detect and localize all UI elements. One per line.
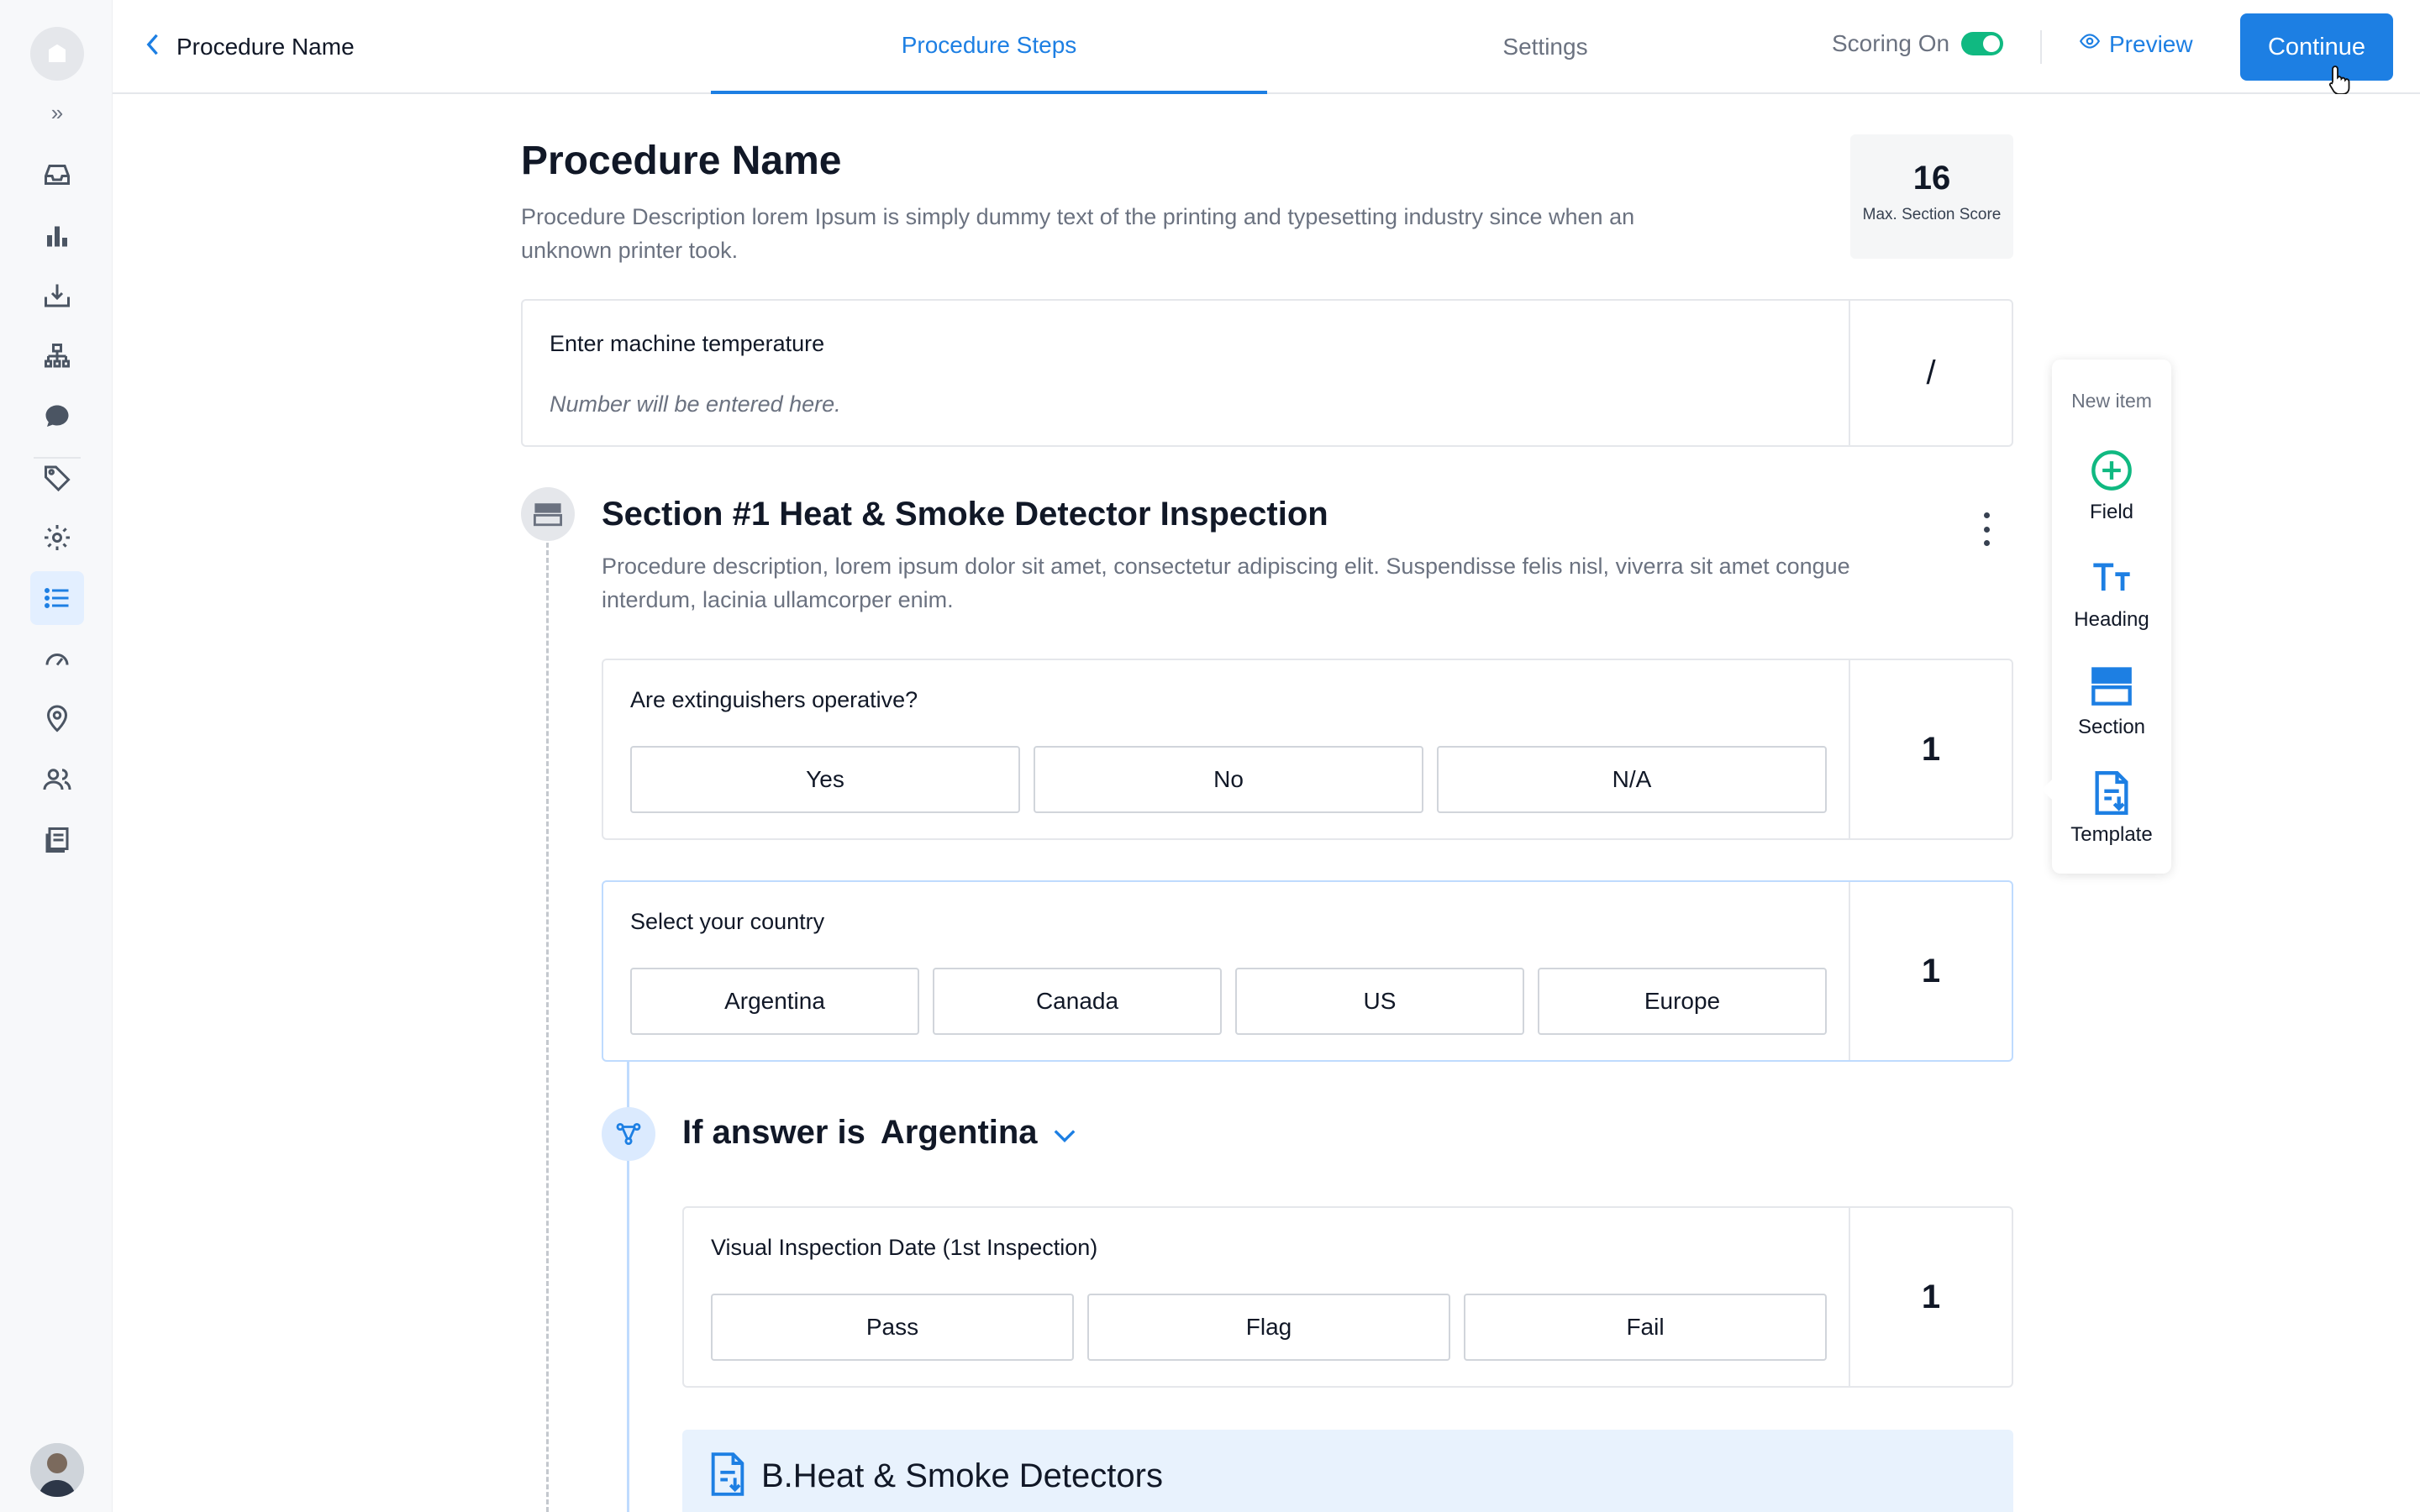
new-item-label: Heading <box>2074 608 2149 631</box>
condition-value-select[interactable]: Argentina <box>881 1114 1038 1152</box>
new-item-label: Field <box>2089 501 2134 523</box>
new-heading-button[interactable]: Heading <box>2052 556 2171 632</box>
back-button[interactable]: Procedure Name <box>143 30 355 64</box>
max-score-label: Max. Section Score <box>1862 206 2002 223</box>
sidebar: » <box>0 0 113 1512</box>
new-section-button[interactable]: Section <box>2052 664 2171 739</box>
new-item-panel: New item Field Heading Section Template <box>2042 360 2171 874</box>
back-label: Procedure Name <box>176 34 355 60</box>
tray-download-icon[interactable] <box>30 269 84 323</box>
users-icon[interactable] <box>30 753 84 806</box>
template-block[interactable]: B.Heat & Smoke Detectors <box>682 1430 2013 1512</box>
option-canada[interactable]: Canada <box>933 968 1222 1035</box>
option-pass[interactable]: Pass <box>711 1294 1074 1361</box>
more-options-icon[interactable] <box>1975 512 1998 546</box>
option-us[interactable]: US <box>1235 968 1524 1035</box>
section-icon <box>521 487 575 541</box>
bar-chart-icon[interactable] <box>30 208 84 262</box>
section-description: Procedure description, lorem ipsum dolor… <box>602 554 1850 612</box>
gauge-icon[interactable] <box>30 632 84 685</box>
question-score: 1 <box>1849 660 2012 838</box>
preview-button[interactable]: Preview <box>2079 30 2193 58</box>
continue-button[interactable]: Continue <box>2240 13 2393 81</box>
max-section-score: 16 Max. Section Score <box>1850 134 2013 259</box>
eye-icon <box>2079 30 2101 58</box>
branch-icon <box>602 1107 655 1161</box>
template-title: B.Heat & Smoke Detectors <box>761 1457 1163 1494</box>
question-score: 1 <box>1849 1208 2012 1386</box>
chevron-left-icon <box>143 33 161 62</box>
list-icon[interactable] <box>30 571 84 625</box>
hierarchy-icon[interactable] <box>30 329 84 383</box>
question-label: Select your country <box>630 909 825 934</box>
text-size-icon <box>2052 556 2171 600</box>
field-label: Enter machine temperature <box>550 331 825 356</box>
new-item-label: Template <box>2070 823 2153 846</box>
chevron-down-icon[interactable] <box>1053 1114 1076 1152</box>
field-placeholder: Number will be entered here. <box>550 391 841 417</box>
condition-rule: If answer is Argentina <box>682 1114 1076 1152</box>
condition-prefix: If answer is <box>682 1114 865 1151</box>
header-divider <box>2040 30 2042 64</box>
expand-sidebar-icon[interactable]: » <box>45 101 69 124</box>
option-yes[interactable]: Yes <box>630 746 1020 813</box>
new-item-label: Section <box>2077 716 2146 738</box>
question-score: 1 <box>1849 882 2012 1060</box>
question-label: Are extinguishers operative? <box>630 687 918 712</box>
documents-icon[interactable] <box>30 813 84 867</box>
gear-icon[interactable] <box>30 511 84 564</box>
top-header: Procedure Name Procedure Steps Settings … <box>113 0 2420 95</box>
panel-pointer <box>2042 780 2052 800</box>
option-flag[interactable]: Flag <box>1087 1294 1450 1361</box>
scoring-toggle-group: Scoring On <box>1832 30 2004 57</box>
new-item-heading: New item <box>2071 390 2152 412</box>
option-argentina[interactable]: Argentina <box>630 968 919 1035</box>
option-fail[interactable]: Fail <box>1464 1294 1827 1361</box>
tag-icon[interactable] <box>30 450 84 504</box>
section-icon <box>2052 664 2171 707</box>
avatar[interactable] <box>30 1443 84 1497</box>
new-field-button[interactable]: Field <box>2052 449 2171 524</box>
procedure-description: Procedure Description lorem Ipsum is sim… <box>521 204 1635 263</box>
section-title: Section #1 Heat & Smoke Detector Inspect… <box>602 496 1328 533</box>
option-no[interactable]: No <box>1034 746 1423 813</box>
question-card-visual-inspection: Visual Inspection Date (1st Inspection) … <box>682 1206 2013 1388</box>
field-score: / <box>1849 301 2012 445</box>
hand-cursor-icon <box>2328 64 2353 101</box>
section-timeline <box>546 543 549 1512</box>
plus-circle-icon <box>2052 449 2171 492</box>
option-europe[interactable]: Europe <box>1538 968 1827 1035</box>
location-pin-icon[interactable] <box>30 692 84 746</box>
answer-options: Pass Flag Fail <box>711 1294 1827 1361</box>
new-template-button[interactable]: Template <box>2052 771 2171 847</box>
option-na[interactable]: N/A <box>1437 746 1827 813</box>
chat-bubble-icon[interactable] <box>30 390 84 444</box>
temperature-field-card[interactable]: Enter machine temperature Number will be… <box>521 299 2013 447</box>
answer-options: Yes No N/A <box>630 746 1827 813</box>
answer-options: Argentina Canada US Europe <box>630 968 1827 1035</box>
preview-label: Preview <box>2109 30 2193 57</box>
max-score-value: 16 <box>1912 160 1951 197</box>
scoring-toggle[interactable] <box>1961 32 2004 55</box>
page-title: Procedure Name <box>521 139 842 183</box>
logo-icon[interactable] <box>30 27 84 81</box>
document-download-icon <box>709 1452 746 1500</box>
inbox-icon[interactable] <box>30 148 84 202</box>
question-card-country: Select your country Argentina Canada US … <box>602 880 2013 1062</box>
scoring-label: Scoring On <box>1832 30 1950 56</box>
tab-settings[interactable]: Settings <box>1267 0 1823 94</box>
tab-procedure-steps[interactable]: Procedure Steps <box>711 0 1267 94</box>
question-card-extinguishers: Are extinguishers operative? Yes No N/A … <box>602 659 2013 840</box>
question-label: Visual Inspection Date (1st Inspection) <box>711 1235 1098 1260</box>
document-download-icon <box>2052 771 2171 815</box>
